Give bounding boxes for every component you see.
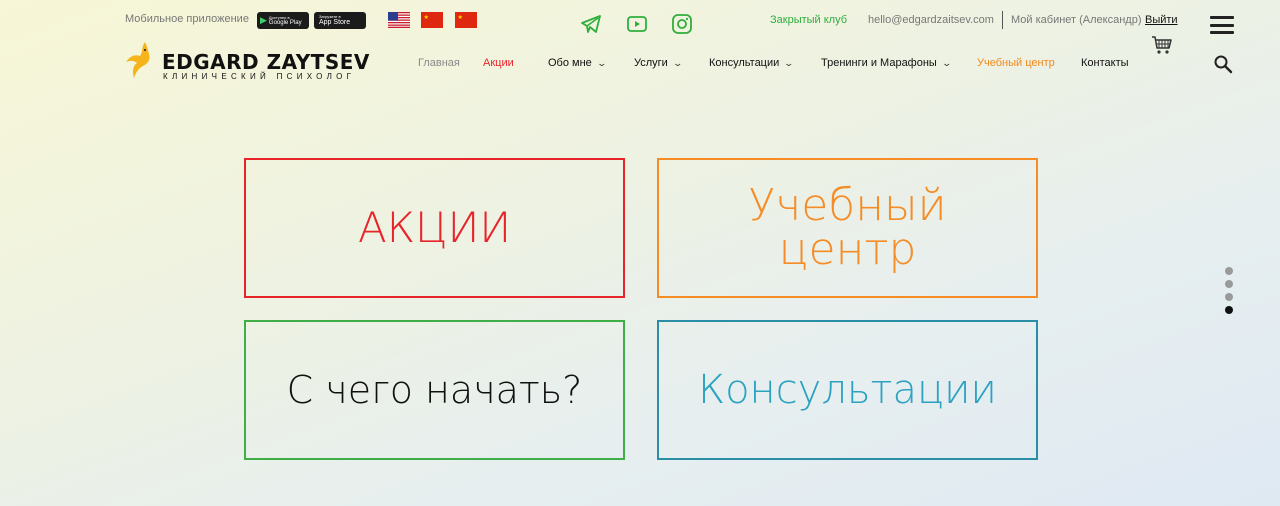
nav-trainings-label: Тренинги и Марафоны <box>821 57 937 69</box>
logo-subtitle: Клинический психолог <box>163 72 356 81</box>
nav-promo-label: Акции <box>483 57 514 69</box>
cn-flag-icon[interactable]: ★ <box>421 12 443 28</box>
nav-trainings[interactable]: Тренинги и Марафоны ⌄ <box>821 57 952 69</box>
svg-text:★: ★ <box>424 14 429 21</box>
nav-education-label: Учебный центр <box>977 57 1055 69</box>
app-store-name: App Store <box>319 19 351 26</box>
where-to-start-tile[interactable]: С чего начать? <box>244 320 625 460</box>
us-flag-icon[interactable] <box>388 12 410 28</box>
chevron-down-icon: ⌄ <box>783 57 795 68</box>
nav-services[interactable]: Услуги ⌄ <box>634 57 683 69</box>
nav-contacts[interactable]: Контакты <box>1081 57 1129 69</box>
google-play-badge[interactable]: ▶ Доступно в Google Play <box>257 12 309 29</box>
closed-club-link[interactable]: Закрытый клуб <box>770 14 847 26</box>
nav-promo[interactable]: Акции <box>483 57 514 69</box>
nav-contacts-label: Контакты <box>1081 57 1129 69</box>
promo-tile-label: АКЦИИ <box>357 203 512 252</box>
education-tile-line1: Учебный <box>748 180 947 231</box>
nav-consultations-label: Консультации <box>709 57 780 69</box>
pager-dot[interactable] <box>1225 293 1233 301</box>
cn-flag-icon[interactable]: ★ <box>455 12 477 28</box>
google-play-name: Google Play <box>268 19 302 26</box>
phoenix-logo-icon[interactable] <box>125 40 155 80</box>
section-pager <box>1225 267 1234 314</box>
youtube-icon[interactable] <box>626 13 648 35</box>
logo-title[interactable]: EDGARD ZAYTSEV <box>162 50 370 74</box>
search-icon[interactable] <box>1213 54 1233 74</box>
telegram-icon[interactable] <box>580 13 602 35</box>
chevron-down-icon: ⌄ <box>941 57 952 68</box>
top-bar: Мобильное приложение ▶ Доступно в Google… <box>0 0 1280 40</box>
nav-about-label: Обо мне <box>548 57 592 69</box>
my-cabinet-link[interactable]: Мой кабинет (Александр) <box>1011 14 1142 26</box>
app-store-badge[interactable]: Загрузите в App Store <box>314 12 366 29</box>
education-center-tile[interactable]: Учебный центр <box>657 158 1038 298</box>
google-play-icon: ▶ <box>260 15 267 25</box>
promo-tile[interactable]: АКЦИИ <box>244 158 625 298</box>
cart-icon[interactable] <box>1151 35 1173 55</box>
instagram-icon[interactable] <box>671 13 693 35</box>
logout-link[interactable]: Выйти <box>1145 14 1178 26</box>
email-link[interactable]: hello@edgardzaitsev.com <box>868 14 994 26</box>
nav-services-label: Услуги <box>634 57 668 69</box>
divider <box>1002 11 1003 29</box>
chevron-down-icon: ⌄ <box>596 57 607 68</box>
consult-tile-label: Консультации <box>698 367 997 413</box>
pager-dot[interactable] <box>1225 280 1233 288</box>
consultations-tile[interactable]: Консультации <box>657 320 1038 460</box>
education-tile-line2: центр <box>778 224 917 275</box>
nav-consultations[interactable]: Консультации ⌄ <box>709 57 795 69</box>
nav-home[interactable]: Главная <box>418 57 460 69</box>
mobile-app-label: Мобильное приложение <box>125 13 249 25</box>
nav-about[interactable]: Обо мне ⌄ <box>548 57 607 69</box>
hamburger-menu-icon[interactable] <box>1210 16 1234 34</box>
svg-text:★: ★ <box>458 14 463 21</box>
nav-home-label: Главная <box>418 57 460 69</box>
start-tile-label: С чего начать? <box>286 368 583 412</box>
pager-dot[interactable] <box>1225 267 1233 275</box>
nav-education-center[interactable]: Учебный центр <box>977 57 1055 69</box>
pager-dot-active[interactable] <box>1225 306 1233 314</box>
chevron-down-icon: ⌄ <box>672 57 683 68</box>
